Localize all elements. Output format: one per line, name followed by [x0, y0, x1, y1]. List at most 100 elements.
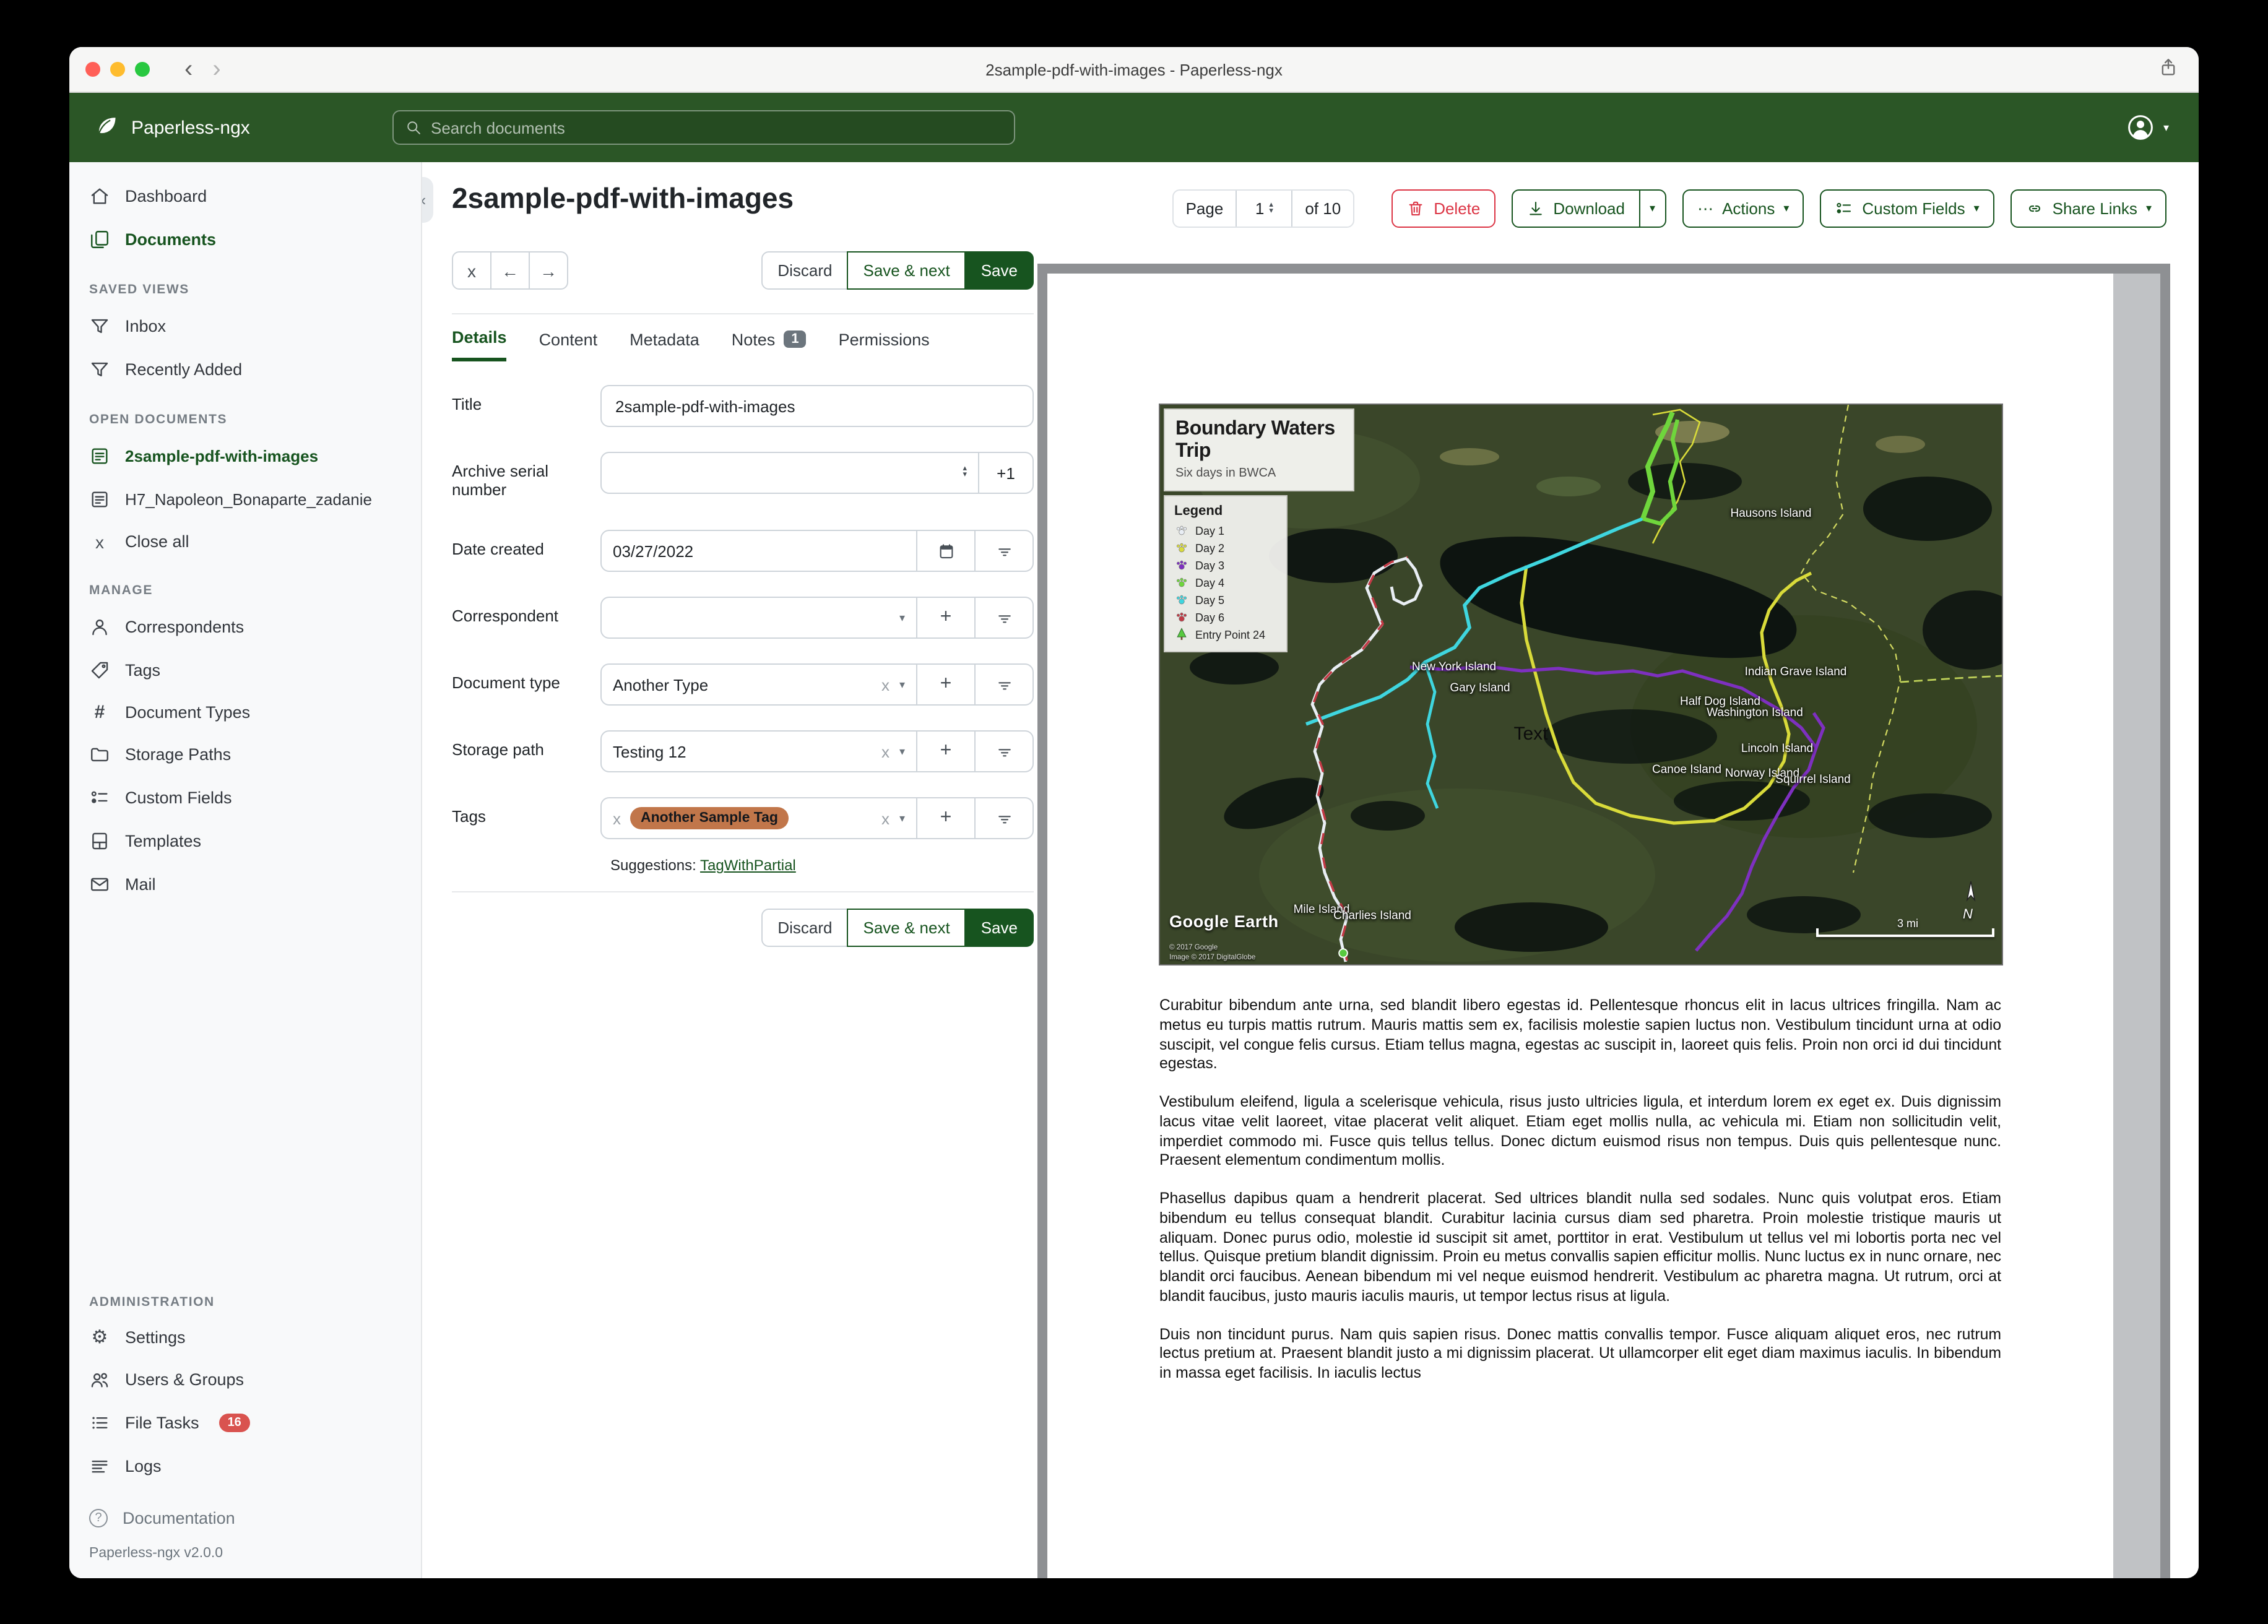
funnel-icon	[91, 362, 108, 377]
hash-icon: #	[94, 702, 105, 723]
sidebar-close-all[interactable]: x Close all	[69, 521, 421, 562]
paw-icon	[1175, 595, 1187, 605]
asn-input[interactable]: ▴ ▾	[602, 453, 978, 493]
sidebar-item-document-types[interactable]: # Document Types	[69, 692, 421, 733]
download-button[interactable]: Download ▾	[1511, 189, 1667, 228]
sidebar-item-documents[interactable]: Documents	[69, 218, 421, 261]
discard-button[interactable]: Discard	[761, 909, 849, 947]
document-icon	[92, 448, 108, 464]
sidebar-item-mail[interactable]: Mail	[69, 863, 421, 906]
sidebar-item-label: Close all	[125, 532, 189, 551]
brand[interactable]: Paperless-ngx	[95, 115, 250, 140]
save-button[interactable]: Save	[964, 251, 1034, 290]
sidebar-item-inbox[interactable]: Inbox	[69, 304, 421, 348]
legend-row: Day 1	[1174, 524, 1276, 537]
legend-title: Legend	[1174, 504, 1223, 519]
tab-notes[interactable]: Notes 1	[732, 328, 807, 361]
sidebar-item-tags[interactable]: Tags	[69, 649, 421, 692]
delete-button[interactable]: Delete	[1392, 189, 1495, 228]
sidebar-open-doc-current[interactable]: 2sample-pdf-with-images	[69, 434, 421, 478]
map-scale-text: 3 mi	[1897, 917, 1919, 930]
save-next-button[interactable]: Save & next	[847, 909, 966, 947]
field-document-type: Document type Another Type x ▾ +	[452, 663, 1034, 706]
sidebar-item-templates[interactable]: Templates	[69, 819, 421, 863]
page-number-input[interactable]: 1 ▴ ▾	[1236, 191, 1293, 227]
add-correspondent-button[interactable]: +	[916, 598, 974, 637]
date-input[interactable]: 03/27/2022	[602, 531, 916, 571]
sidebar-item-recently-added[interactable]: Recently Added	[69, 348, 421, 391]
previous-document-button[interactable]: ←	[490, 251, 530, 290]
sidebar-item-storage-paths[interactable]: Storage Paths	[69, 733, 421, 776]
tag-suggestions: Suggestions: TagWithPartial	[610, 857, 1034, 874]
tag-chip[interactable]: Another Sample Tag	[630, 807, 789, 829]
actions-button[interactable]: ⋯ Actions ▾	[1682, 189, 1804, 228]
share-links-button[interactable]: Share Links ▾	[2010, 189, 2166, 228]
save-button[interactable]: Save	[964, 909, 1034, 947]
asn-spinner[interactable]: ▴ ▾	[963, 465, 967, 479]
user-menu[interactable]: ▾	[2126, 113, 2169, 142]
sidebar-heading-open-documents: OPEN DOCUMENTS	[89, 412, 228, 427]
add-storage-path-button[interactable]: +	[916, 732, 974, 771]
tags-select[interactable]: x Another Sample Tag x ▾	[602, 798, 916, 838]
sidebar-item-users-groups[interactable]: Users & Groups	[69, 1358, 421, 1401]
filter-by-tag-button[interactable]	[974, 798, 1032, 838]
map-label: Lincoln Island	[1741, 742, 1814, 756]
filter-icon	[998, 681, 1010, 689]
tab-metadata[interactable]: Metadata	[630, 328, 699, 361]
save-next-button[interactable]: Save & next	[847, 251, 966, 290]
map-label: Indian Grave Island	[1744, 665, 1847, 679]
document-type-select[interactable]: Another Type x ▾	[602, 665, 916, 704]
suggestion-link[interactable]: TagWithPartial	[700, 857, 796, 874]
field-storage-path: Storage path Testing 12 x ▾ +	[452, 730, 1034, 772]
next-document-button[interactable]: →	[529, 251, 568, 290]
storage-path-select[interactable]: Testing 12 x ▾	[602, 732, 916, 771]
filter-by-date-button[interactable]	[974, 531, 1032, 571]
paw-icon	[1175, 577, 1187, 587]
sidebar-item-logs[interactable]: Logs	[69, 1445, 421, 1488]
filter-by-storage-path-button[interactable]	[974, 732, 1032, 771]
sidebar-item-correspondents[interactable]: Correspondents	[69, 605, 421, 649]
clear-icon[interactable]: x	[881, 809, 889, 827]
clear-icon[interactable]: x	[881, 675, 889, 694]
page-spinner[interactable]: ▴ ▾	[1269, 201, 1273, 215]
sidebar-item-settings[interactable]: ⚙ Settings	[69, 1317, 421, 1358]
document-icon	[92, 491, 108, 508]
add-tag-button[interactable]: +	[916, 798, 974, 838]
share-icon[interactable]	[2158, 57, 2179, 78]
correspondent-select[interactable]: ▾	[602, 598, 916, 637]
custom-fields-label: Custom Fields	[1862, 199, 1965, 218]
filter-by-document-type-button[interactable]	[974, 665, 1032, 704]
asn-plus-one-button[interactable]: +1	[978, 453, 1032, 493]
add-document-type-button[interactable]: +	[916, 665, 974, 704]
sidebar-item-label: Documents	[125, 230, 217, 249]
preview-scrollbar[interactable]	[2113, 274, 2160, 1578]
tab-details[interactable]: Details	[452, 328, 507, 361]
filter-by-correspondent-button[interactable]	[974, 598, 1032, 637]
edit-nav-row: x ← → Discard Save & next Save	[452, 251, 1034, 290]
close-document-button[interactable]: x	[452, 251, 491, 290]
sidebar-collapse-button[interactable]: «	[422, 177, 433, 223]
search-input[interactable]	[431, 118, 1003, 137]
discard-button[interactable]: Discard	[761, 251, 849, 290]
chevron-down-icon[interactable]: ▾	[899, 745, 905, 758]
clear-icon[interactable]: x	[881, 742, 889, 761]
download-label: Download	[1553, 199, 1625, 218]
sidebar-item-dashboard[interactable]: Dashboard	[69, 175, 421, 218]
title-input[interactable]: 2sample-pdf-with-images	[600, 385, 1034, 427]
sidebar-item-custom-fields[interactable]: Custom Fields	[69, 776, 421, 819]
sidebar-item-label: Storage Paths	[125, 745, 232, 764]
calendar-button[interactable]	[916, 531, 974, 571]
map-label: Canoe Island	[1652, 763, 1721, 777]
chevron-down-icon[interactable]: ▾	[899, 678, 905, 691]
sidebar-open-doc[interactable]: H7_Napoleon_Bonaparte_zadanie	[69, 478, 421, 521]
custom-fields-button[interactable]: Custom Fields ▾	[1820, 189, 1994, 228]
tab-permissions[interactable]: Permissions	[839, 328, 930, 361]
sidebar-item-documentation[interactable]: ? Documentation	[69, 1498, 421, 1539]
remove-tag-icon[interactable]: x	[613, 809, 621, 827]
tab-content[interactable]: Content	[539, 328, 598, 361]
chevron-down-icon[interactable]: ▾	[899, 811, 905, 825]
download-dropdown-toggle[interactable]: ▾	[1638, 191, 1665, 227]
chevron-down-icon[interactable]: ▾	[899, 611, 905, 624]
sidebar-item-file-tasks[interactable]: File Tasks 16	[69, 1401, 421, 1445]
